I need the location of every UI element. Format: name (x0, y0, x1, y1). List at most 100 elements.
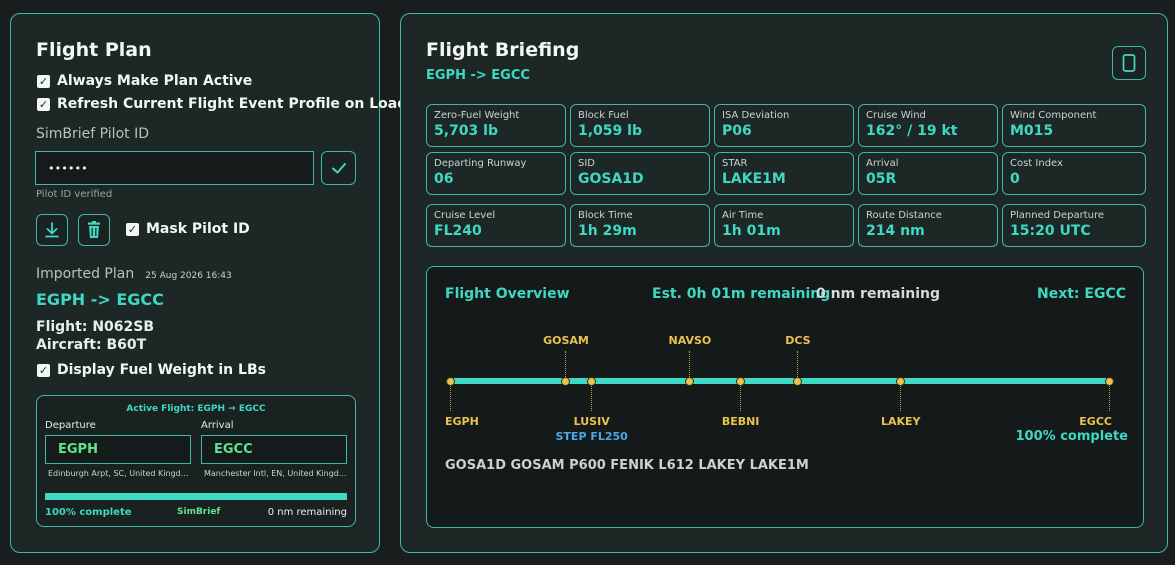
briefing-route: EGPH -> EGCC (426, 68, 530, 83)
card-label: Air Time (722, 210, 764, 221)
waypoint-connector (689, 351, 691, 377)
plan-route: EGPH -> EGCC (36, 290, 164, 309)
flight-number: Flight: N062SB (36, 319, 155, 335)
waypoint-connector (900, 385, 902, 411)
route-complete-label: 100% complete (1015, 429, 1128, 444)
waypoint-connector (449, 385, 451, 411)
delete-button[interactable] (78, 214, 110, 246)
card-label: STAR (722, 158, 748, 169)
imported-plan-heading: Imported Plan (36, 266, 135, 282)
card-value: 0 (1010, 171, 1020, 187)
waypoint-label: EGCC (1079, 415, 1112, 428)
route-string: GOSA1D GOSAM P600 FENIK L612 LAKEY LAKE1… (445, 458, 809, 473)
waypoint-marker[interactable] (896, 376, 906, 386)
departure-field[interactable]: EGPH (45, 435, 191, 464)
card-label: Wind Component (1010, 110, 1097, 121)
card-label: SID (578, 158, 595, 169)
waypoint-marker[interactable] (685, 376, 695, 386)
waypoint-connector (591, 385, 593, 411)
briefing-card: SID GOSA1D (570, 152, 710, 195)
flight-plan-panel: Flight Plan ✓ Always Make Plan Active ✓ … (10, 13, 407, 553)
active-progress-track (45, 493, 347, 500)
check-icon: ✓ (37, 363, 50, 377)
active-flight-header: Active Flight: EGPH → EGCC (126, 404, 266, 414)
card-value: 06 (434, 171, 454, 187)
briefing-card: Planned Departure 15:20 UTC (1002, 204, 1146, 247)
tablet-icon (1122, 54, 1136, 72)
card-value: 05R (866, 171, 897, 187)
active-flight-box: Active Flight: EGPH → EGCC Departure EGP… (36, 395, 356, 527)
card-value: GOSA1D (578, 171, 644, 187)
always-active-checkbox[interactable]: ✓ Always Make Plan Active (37, 73, 252, 89)
departure-airport-name: Edinburgh Arpt, SC, United Kingd... (48, 469, 189, 478)
card-label: Cruise Wind (866, 110, 926, 121)
waypoint-label: NAVSO (668, 334, 712, 347)
arrival-label: Arrival (201, 420, 234, 431)
waypoint-marker[interactable] (561, 376, 571, 386)
briefing-card: Cruise Level FL240 (426, 204, 566, 247)
active-remaining: 0 nm remaining (267, 507, 347, 518)
departure-label: Departure (45, 420, 96, 431)
imported-plan-label: Imported Plan 25 Aug 2026 16:43 (36, 263, 232, 282)
card-label: Planned Departure (1010, 210, 1105, 221)
waypoint-connector (740, 385, 742, 411)
check-icon: ✓ (37, 74, 50, 88)
refresh-profile-label: Refresh Current Flight Event Profile on … (57, 96, 408, 112)
flight-plan-title: Flight Plan (36, 39, 152, 61)
card-value: FL240 (434, 223, 482, 239)
briefing-card: Block Time 1h 29m (570, 204, 710, 247)
pilot-id-input[interactable]: •••••• (35, 151, 314, 185)
waypoint-marker[interactable] (445, 376, 455, 386)
waypoint-connector (797, 351, 799, 377)
mask-pilot-id-checkbox[interactable]: ✓ Mask Pilot ID (126, 221, 250, 237)
card-value: 214 nm (866, 223, 925, 239)
display-lbs-label: Display Fuel Weight in LBs (57, 362, 266, 378)
card-label: Departing Runway (434, 158, 527, 169)
waypoint-label: LAKEY (880, 415, 921, 428)
briefing-card: Zero-Fuel Weight 5,703 lb (426, 104, 566, 147)
download-icon (45, 222, 59, 238)
waypoint-label: GOSAM (543, 334, 589, 347)
step-climb-label: STEP FL250 (555, 430, 628, 443)
refresh-profile-checkbox[interactable]: ✓ Refresh Current Flight Event Profile o… (37, 96, 407, 112)
trash-icon (88, 221, 100, 238)
card-value: M015 (1010, 123, 1054, 139)
briefing-card: Cost Index 0 (1002, 152, 1146, 195)
card-label: Cruise Level (434, 210, 496, 221)
popout-button[interactable] (1112, 46, 1146, 80)
waypoint-marker[interactable] (1104, 376, 1114, 386)
card-label: Zero-Fuel Weight (434, 110, 520, 121)
briefing-card: Departing Runway 06 (426, 152, 566, 195)
check-icon: ✓ (37, 97, 50, 111)
download-button[interactable] (36, 214, 68, 246)
card-value: 1,059 lb (578, 123, 642, 139)
active-progress-fill (45, 493, 347, 500)
briefing-card: Air Time 1h 01m (714, 204, 854, 247)
briefing-card: Block Fuel 1,059 lb (570, 104, 710, 147)
waypoint-label: BEBNI (721, 415, 760, 428)
card-value: 5,703 lb (434, 123, 498, 139)
flight-briefing-panel: Flight Briefing EGPH -> EGCC Zero-Fuel W… (400, 13, 1168, 553)
active-complete: 100% complete (45, 507, 132, 518)
card-value: 1h 29m (578, 223, 637, 239)
arrival-airport-name: Manchester Intl, EN, United Kingd... (204, 469, 347, 478)
verify-pilot-id-button[interactable] (321, 151, 356, 185)
card-value: P06 (722, 123, 752, 139)
flight-overview: Flight Overview Est. 0h 01m remaining 0 … (426, 266, 1144, 528)
aircraft-type: Aircraft: B60T (36, 337, 147, 353)
waypoint-marker[interactable] (793, 376, 803, 386)
card-label: ISA Deviation (722, 110, 790, 121)
card-label: Cost Index (1010, 158, 1063, 169)
waypoint-marker[interactable] (587, 376, 597, 386)
mask-pilot-id-label: Mask Pilot ID (146, 221, 250, 237)
waypoint-connector (1108, 385, 1110, 411)
card-label: Route Distance (866, 210, 942, 221)
waypoint-marker[interactable] (736, 376, 746, 386)
briefing-card: Arrival 05R (858, 152, 998, 195)
card-value: 15:20 UTC (1010, 223, 1091, 239)
card-label: Block Time (578, 210, 633, 221)
always-active-label: Always Make Plan Active (57, 73, 253, 89)
display-lbs-checkbox[interactable]: ✓ Display Fuel Weight in LBs (37, 362, 266, 378)
arrival-field[interactable]: EGCC (201, 435, 347, 464)
briefing-card: Cruise Wind 162° / 19 kt (858, 104, 998, 147)
